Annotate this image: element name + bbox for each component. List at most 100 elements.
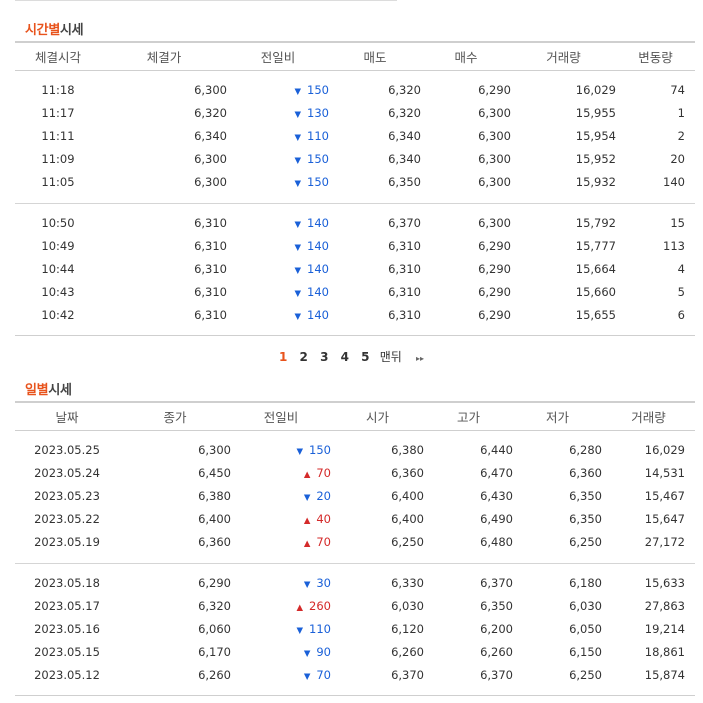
volume-cell: 15,932 (575, 175, 616, 189)
page-link[interactable]: 3 (320, 350, 328, 364)
change-value: 70 (316, 668, 331, 682)
change-cell: ▼ 130 (227, 102, 330, 125)
table-row: 2023.05.24 6,450 ▲ 70 6,360 6,470 6,360 14,531 (15, 462, 695, 485)
page-link[interactable]: 1 (279, 350, 287, 364)
up-triangle-icon: ▲ (296, 603, 304, 613)
volume-cell: 15,955 (575, 106, 616, 120)
ask-cell: 6,310 (388, 285, 421, 299)
page-link[interactable]: 4 (341, 350, 349, 364)
time-price-table: 체결시각 체결가 전일비 매도 매수 거래량 변동량 11:18 6,300 ▼ 15… (15, 41, 695, 336)
table-row: 2023.05.16 6,060 ▼ 110 6,120 6,200 6,050 19,214 (15, 618, 695, 641)
delta-cell: 74 (670, 83, 685, 97)
change-value: 140 (307, 308, 329, 322)
ask-cell: 6,310 (388, 239, 421, 253)
high-cell: 6,440 (480, 443, 513, 457)
low-cell: 6,280 (569, 443, 602, 457)
price-cell: 6,320 (194, 106, 227, 120)
row-divider (15, 686, 695, 696)
date-cell: 2023.05.24 (34, 466, 100, 480)
volume-cell: 18,861 (644, 645, 685, 659)
close-cell: 6,060 (198, 622, 231, 636)
table-row: 2023.05.17 6,320 ▲ 260 6,030 6,350 6,030 27,863 (15, 595, 695, 618)
date-cell: 2023.05.23 (34, 489, 100, 503)
change-cell: ▼ 150 (227, 148, 330, 171)
time-cell: 11:05 (41, 175, 75, 189)
close-cell: 6,260 (198, 668, 231, 682)
open-cell: 6,120 (391, 622, 424, 636)
last-page-link[interactable]: 맨뒤 (380, 348, 402, 365)
down-triangle-icon: ▼ (296, 447, 304, 457)
bid-cell: 6,300 (478, 106, 511, 120)
ask-cell: 6,350 (388, 175, 421, 189)
row-divider (15, 70, 695, 79)
change-value: 110 (307, 129, 329, 143)
price-cell: 6,310 (194, 285, 227, 299)
page-link[interactable]: 5 (361, 350, 369, 364)
volume-cell: 15,792 (575, 216, 616, 230)
time-cell: 10:42 (41, 308, 75, 322)
change-cell: ▼ 140 (227, 304, 330, 327)
ask-cell: 6,340 (388, 129, 421, 143)
next-arrow-icon[interactable]: ▸▸ (416, 354, 424, 363)
price-cell: 6,300 (194, 152, 227, 166)
ask-cell: 6,370 (388, 216, 421, 230)
open-cell: 6,360 (391, 466, 424, 480)
bid-cell: 6,300 (478, 216, 511, 230)
bid-cell: 6,300 (478, 152, 511, 166)
change-cell: ▲ 40 (231, 508, 331, 531)
volume-cell: 15,467 (644, 489, 685, 503)
table-row: 11:09 6,300 ▼ 150 6,340 6,300 15,952 20 (15, 148, 695, 171)
volume-cell: 14,531 (644, 466, 685, 480)
close-cell: 6,450 (198, 466, 231, 480)
time-cell: 10:44 (41, 262, 75, 276)
open-cell: 6,250 (391, 535, 424, 549)
table-row: 11:11 6,340 ▼ 110 6,340 6,300 15,954 2 (15, 125, 695, 148)
close-cell: 6,360 (198, 535, 231, 549)
col-header: 전일비 (227, 41, 329, 71)
change-value: 150 (307, 175, 329, 189)
open-cell: 6,370 (391, 668, 424, 682)
table-row: 2023.05.23 6,380 ▼ 20 6,400 6,430 6,350 15,467 (15, 485, 695, 508)
top-divider (15, 0, 397, 1)
delta-cell: 15 (670, 216, 685, 230)
delta-cell: 20 (670, 152, 685, 166)
date-cell: 2023.05.19 (34, 535, 100, 549)
down-triangle-icon: ▼ (294, 220, 302, 230)
down-triangle-icon: ▼ (294, 110, 302, 120)
down-triangle-icon: ▼ (294, 87, 302, 97)
volume-cell: 27,863 (644, 599, 685, 613)
change-value: 30 (316, 576, 331, 590)
table-row: 10:43 6,310 ▼ 140 6,310 6,290 15,660 5 (15, 281, 695, 304)
volume-cell: 15,655 (575, 308, 616, 322)
bid-cell: 6,290 (478, 83, 511, 97)
day-section-title-rest: 시세 (48, 383, 72, 398)
time-cell: 10:50 (41, 216, 75, 230)
open-cell: 6,400 (391, 512, 424, 526)
change-cell: ▼ 140 (227, 281, 330, 304)
low-cell: 6,180 (569, 576, 602, 590)
down-triangle-icon: ▼ (303, 672, 311, 682)
up-triangle-icon: ▲ (303, 516, 311, 526)
open-cell: 6,030 (391, 599, 424, 613)
col-header: 매수 (421, 41, 511, 71)
open-cell: 6,330 (391, 576, 424, 590)
change-value: 140 (307, 239, 329, 253)
low-cell: 6,350 (569, 489, 602, 503)
price-cell: 6,310 (194, 308, 227, 322)
row-divider (15, 326, 695, 336)
open-cell: 6,400 (391, 489, 424, 503)
col-header: 날짜 (15, 401, 119, 431)
col-header: 체결시각 (15, 41, 101, 71)
down-triangle-icon: ▼ (303, 493, 311, 503)
page-link[interactable]: 2 (300, 350, 308, 364)
high-cell: 6,480 (480, 535, 513, 549)
delta-cell: 2 (677, 129, 685, 143)
change-cell: ▲ 70 (231, 531, 331, 554)
volume-cell: 27,172 (644, 535, 685, 549)
day-section-title-accent: 일별 (25, 383, 49, 398)
up-triangle-icon: ▲ (303, 470, 311, 480)
pagination: 1 2 3 4 5 맨뒤 ▸▸ (0, 348, 703, 365)
table-row: 2023.05.15 6,170 ▼ 90 6,260 6,260 6,150 18,861 (15, 641, 695, 664)
change-cell: ▼ 150 (227, 79, 330, 102)
close-cell: 6,400 (198, 512, 231, 526)
